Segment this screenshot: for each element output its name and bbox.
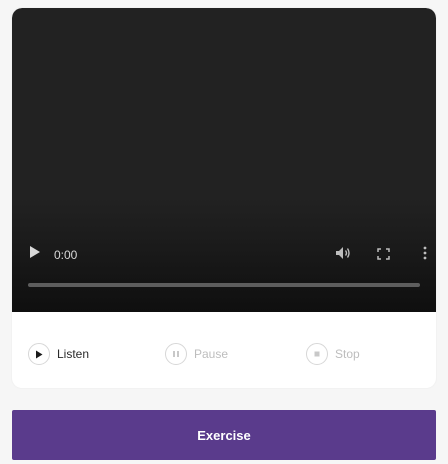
video-progress-bar[interactable]	[28, 283, 420, 287]
page: 0:00 Listen Pause Stop Exercise	[0, 0, 448, 464]
pause-icon	[173, 351, 179, 357]
video-fullscreen-button[interactable]	[377, 247, 390, 260]
video-current-time: 0:00	[54, 248, 78, 262]
stop-icon	[314, 351, 320, 357]
pause-button[interactable]: Pause	[165, 342, 228, 366]
fullscreen-icon	[377, 248, 390, 260]
stop-icon-circle	[306, 343, 328, 365]
video-player[interactable]: 0:00	[12, 8, 436, 312]
listen-icon-circle	[28, 343, 50, 365]
video-volume-button[interactable]	[335, 246, 351, 260]
play-icon	[30, 246, 40, 258]
pause-label: Pause	[194, 347, 229, 361]
stop-button[interactable]: Stop	[306, 342, 360, 366]
listen-button[interactable]: Listen	[28, 342, 89, 366]
pause-icon-circle	[165, 343, 187, 365]
video-play-button[interactable]	[29, 245, 41, 259]
listen-label: Listen	[57, 347, 90, 361]
audio-controls: Listen Pause Stop	[12, 312, 436, 388]
media-card: 0:00 Listen Pause Stop	[12, 8, 436, 388]
play-icon	[36, 350, 43, 358]
video-more-options-button[interactable]	[422, 245, 428, 261]
stop-label: Stop	[335, 347, 360, 361]
volume-icon	[336, 247, 350, 259]
more-options-icon	[423, 246, 427, 260]
exercise-button[interactable]: Exercise	[12, 410, 436, 460]
